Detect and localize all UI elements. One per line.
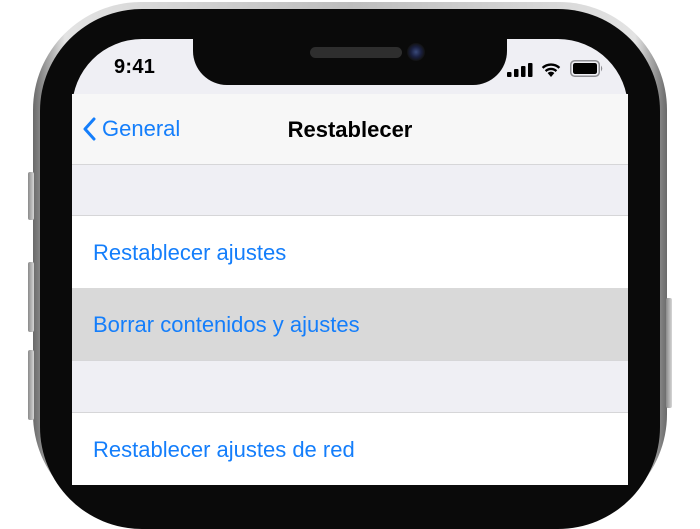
back-button[interactable]: General	[82, 116, 180, 142]
volume-button-up	[28, 262, 34, 332]
list-item-reset-network[interactable]: Restablecer ajustes de red	[72, 413, 628, 485]
chevron-left-icon	[83, 117, 96, 141]
volume-button-down	[28, 350, 34, 420]
speaker-grille	[310, 47, 402, 58]
cellular-signal-icon	[507, 63, 533, 77]
front-camera	[407, 43, 425, 61]
wifi-icon	[541, 63, 561, 77]
power-button	[666, 298, 672, 408]
side-button-left	[28, 172, 34, 220]
notch	[193, 39, 507, 85]
back-button-label: General	[102, 116, 181, 141]
list-item-label: Borrar contenidos y ajustes	[93, 312, 360, 337]
list-item-label: Restablecer ajustes	[93, 240, 287, 265]
list-item-erase-content[interactable]: Borrar contenidos y ajustes	[72, 288, 628, 360]
list-item-label: Restablecer ajustes de red	[93, 437, 355, 462]
list-item-reset-settings[interactable]: Restablecer ajustes	[72, 216, 628, 288]
group-bottom-separator	[72, 360, 628, 361]
battery-icon	[570, 60, 603, 77]
status-time: 9:41	[114, 56, 156, 78]
page-title: Restablecer	[287, 117, 413, 142]
